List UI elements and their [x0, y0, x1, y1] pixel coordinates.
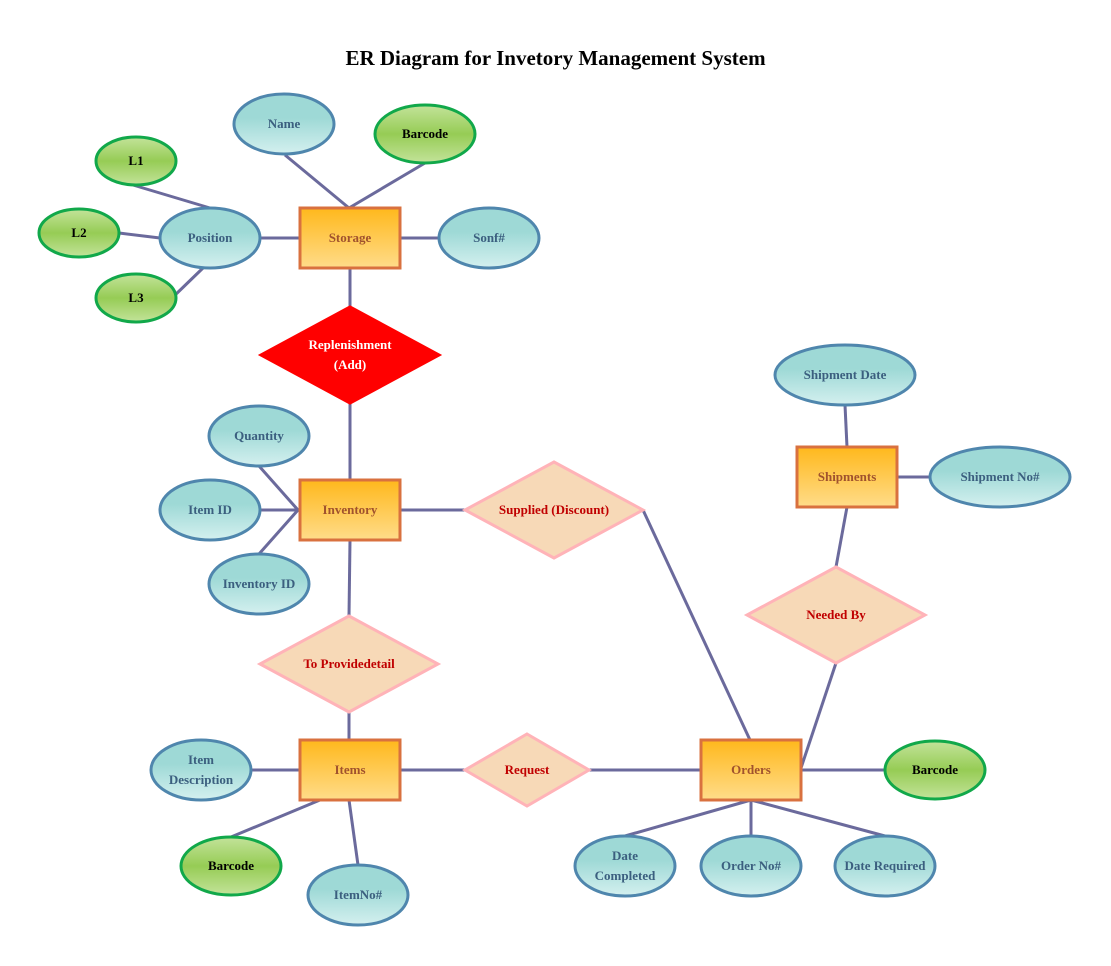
- attribute-label: L3: [128, 290, 144, 305]
- attribute-position[interactable]: Position: [158, 206, 262, 270]
- connector-orders-date_completed: [624, 798, 752, 838]
- connector-items-items_barcode: [230, 798, 321, 839]
- attribute-label: L1: [128, 153, 143, 168]
- relationship-replenishment[interactable]: Replenishment (Add): [257, 305, 443, 405]
- entity-label: Items: [334, 762, 365, 777]
- entity-inventory[interactable]: Inventory: [298, 478, 402, 542]
- attribute-label: Shipment Date: [804, 367, 887, 382]
- attribute-label: Sonf#: [473, 230, 505, 245]
- attribute-shipment_date[interactable]: Shipment Date: [773, 343, 917, 407]
- attribute-label: Barcode: [208, 858, 254, 873]
- attribute-ellipse: [573, 834, 677, 898]
- attribute-label: Position: [188, 230, 234, 245]
- attribute-l1[interactable]: L1: [94, 135, 178, 187]
- attribute-label: Description: [169, 772, 234, 787]
- relationship-label: Supplied (Discount): [499, 502, 609, 517]
- shape-layer: Storage Inventory Items Orders Shipments Repl…: [37, 92, 1072, 927]
- relationship-request[interactable]: Request: [462, 732, 592, 808]
- attribute-label: Quantity: [234, 428, 284, 443]
- attribute-quantity[interactable]: Quantity: [207, 404, 311, 468]
- connector-shipments-shipment_date: [843, 404, 849, 448]
- entity-orders[interactable]: Orders: [699, 738, 803, 802]
- relationship-label: To Providedetail: [303, 656, 395, 671]
- attribute-sonf[interactable]: Sonf#: [437, 206, 541, 270]
- attribute-item_id[interactable]: Item ID: [158, 478, 262, 542]
- attribute-name[interactable]: Name: [232, 92, 336, 156]
- attribute-label: Barcode: [912, 762, 958, 777]
- attribute-orders_barcode[interactable]: Barcode: [883, 739, 987, 801]
- connector-position-l2: [118, 231, 161, 240]
- entity-label: Shipments: [818, 469, 877, 484]
- relationship-label: Request: [505, 762, 550, 777]
- er-diagram: Storage Inventory Items Orders Shipments Repl…: [37, 92, 1072, 927]
- connector-orders-needed: [799, 662, 838, 769]
- attribute-label: Order No#: [721, 858, 782, 873]
- connector-inventory-inventory_id: [257, 509, 300, 555]
- relationship-supplied[interactable]: Supplied (Discount): [461, 460, 647, 560]
- attribute-label: Item ID: [188, 502, 232, 517]
- relationship-diamond: [257, 305, 443, 405]
- connector-inventory-quantity: [257, 465, 300, 511]
- attribute-storage_barcode[interactable]: Barcode: [373, 103, 477, 165]
- attribute-itemno[interactable]: ItemNo#: [306, 863, 410, 927]
- attribute-order_no[interactable]: Order No#: [699, 834, 803, 898]
- entity-shipments[interactable]: Shipments: [795, 445, 899, 509]
- attribute-date_completed[interactable]: Date Completed: [573, 834, 677, 898]
- connector-storage-storage_barcode: [348, 161, 426, 210]
- connector-inventory-provide: [347, 539, 352, 617]
- relationship-label: Replenishment: [308, 337, 392, 352]
- entity-items[interactable]: Items: [298, 738, 402, 802]
- attribute-label: Barcode: [402, 126, 448, 141]
- entity-storage[interactable]: Storage: [298, 206, 402, 270]
- relationship-label: (Add): [334, 357, 367, 372]
- attribute-inventory_id[interactable]: Inventory ID: [207, 552, 311, 616]
- attribute-shipment_no[interactable]: Shipment No#: [928, 445, 1072, 509]
- attribute-label: Inventory ID: [223, 576, 296, 591]
- attribute-label: Name: [268, 116, 301, 131]
- connector-items-itemno: [347, 799, 360, 866]
- relationship-provide[interactable]: To Providedetail: [256, 614, 442, 714]
- attribute-label: Completed: [595, 868, 656, 883]
- relationship-needed[interactable]: Needed By: [743, 565, 929, 665]
- attribute-date_required[interactable]: Date Required: [833, 834, 937, 898]
- attribute-l3[interactable]: L3: [94, 272, 178, 324]
- attribute-label: L2: [71, 225, 86, 240]
- relationship-label: Needed By: [806, 607, 866, 622]
- attribute-ellipse: [149, 738, 253, 802]
- attribute-label: Item: [188, 752, 214, 767]
- connector-orders-date_required: [750, 798, 886, 838]
- connector-supplied-orders: [641, 509, 752, 741]
- entity-label: Inventory: [323, 502, 378, 517]
- entity-label: Storage: [329, 230, 372, 245]
- attribute-label: Date: [612, 848, 638, 863]
- entity-label: Orders: [731, 762, 771, 777]
- connector-position-l1: [132, 183, 211, 210]
- attribute-item_desc[interactable]: Item Description: [149, 738, 253, 802]
- attribute-label: Date Required: [844, 858, 926, 873]
- attribute-label: ItemNo#: [334, 887, 383, 902]
- attribute-items_barcode[interactable]: Barcode: [179, 835, 283, 897]
- connector-storage-name: [284, 153, 350, 210]
- attribute-label: Shipment No#: [960, 469, 1040, 484]
- attribute-l2[interactable]: L2: [37, 207, 121, 259]
- connector-needed-shipments: [834, 506, 849, 568]
